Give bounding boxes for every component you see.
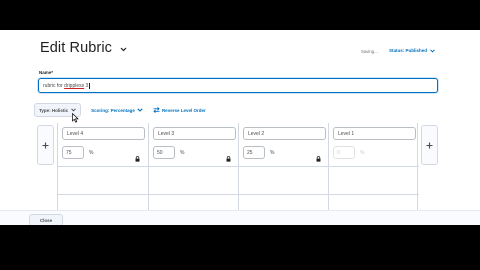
percent-sign: % xyxy=(180,150,185,156)
page-title: Edit Rubric xyxy=(40,40,113,56)
text-caret xyxy=(89,82,90,89)
scoring-dropdown[interactable]: Scoring: Percentage xyxy=(91,108,143,113)
chevron-down-icon xyxy=(430,48,435,53)
name-input[interactable]: rubric for drippless 3 xyxy=(38,78,438,93)
level-name-input[interactable]: Level 1 xyxy=(333,127,416,140)
level-name-input[interactable]: Level 2 xyxy=(243,127,326,140)
name-value-misspelled: drippless xyxy=(64,83,85,89)
status-dropdown[interactable]: Status: Published xyxy=(389,48,435,53)
level-points-input[interactable]: 50 xyxy=(153,146,175,159)
name-value-prefix: rubric for xyxy=(43,83,65,89)
scoring-label: Scoring: Percentage xyxy=(91,107,135,113)
rubric-editor: Edit Rubric Saving... Status: Published … xyxy=(0,30,480,225)
level-points-input[interactable]: 75 xyxy=(62,146,84,159)
percent-sign: % xyxy=(89,150,94,156)
lock-icon[interactable] xyxy=(316,149,321,167)
level-name-input[interactable]: Level 3 xyxy=(153,127,236,140)
close-button[interactable]: Close xyxy=(29,214,63,225)
chevron-down-icon xyxy=(137,108,143,112)
level-name-input[interactable]: Level 4 xyxy=(62,127,145,140)
lock-icon[interactable] xyxy=(135,149,140,167)
reverse-level-order-button[interactable]: Reverse Level Order xyxy=(153,107,206,113)
percent-sign: % xyxy=(270,150,275,156)
level-points-input[interactable]: 25 xyxy=(243,146,265,159)
add-level-left-button[interactable] xyxy=(37,125,54,165)
type-label: Type: Holistic xyxy=(39,107,69,113)
plus-icon xyxy=(42,142,49,148)
title-row: Edit Rubric xyxy=(40,39,127,57)
swap-icon xyxy=(153,107,160,113)
name-label: Name* xyxy=(39,70,54,75)
status-label: Status: Published xyxy=(389,48,428,53)
chevron-down-icon[interactable] xyxy=(120,39,127,57)
row-divider xyxy=(58,194,419,195)
saving-indicator: Saving... xyxy=(361,49,378,54)
plus-icon xyxy=(426,142,433,148)
row-divider xyxy=(58,166,419,167)
add-level-right-button[interactable] xyxy=(421,125,438,165)
rubric-toolbar: Type: Holistic Scoring: Percentage Rever… xyxy=(34,103,206,117)
footer-bar xyxy=(0,210,480,225)
reverse-label: Reverse Level Order xyxy=(161,107,206,113)
percent-sign: % xyxy=(360,150,365,156)
level-points-input: 0 xyxy=(333,146,355,159)
name-value-suffix: 3 xyxy=(84,83,89,89)
lock-icon[interactable] xyxy=(226,149,231,167)
